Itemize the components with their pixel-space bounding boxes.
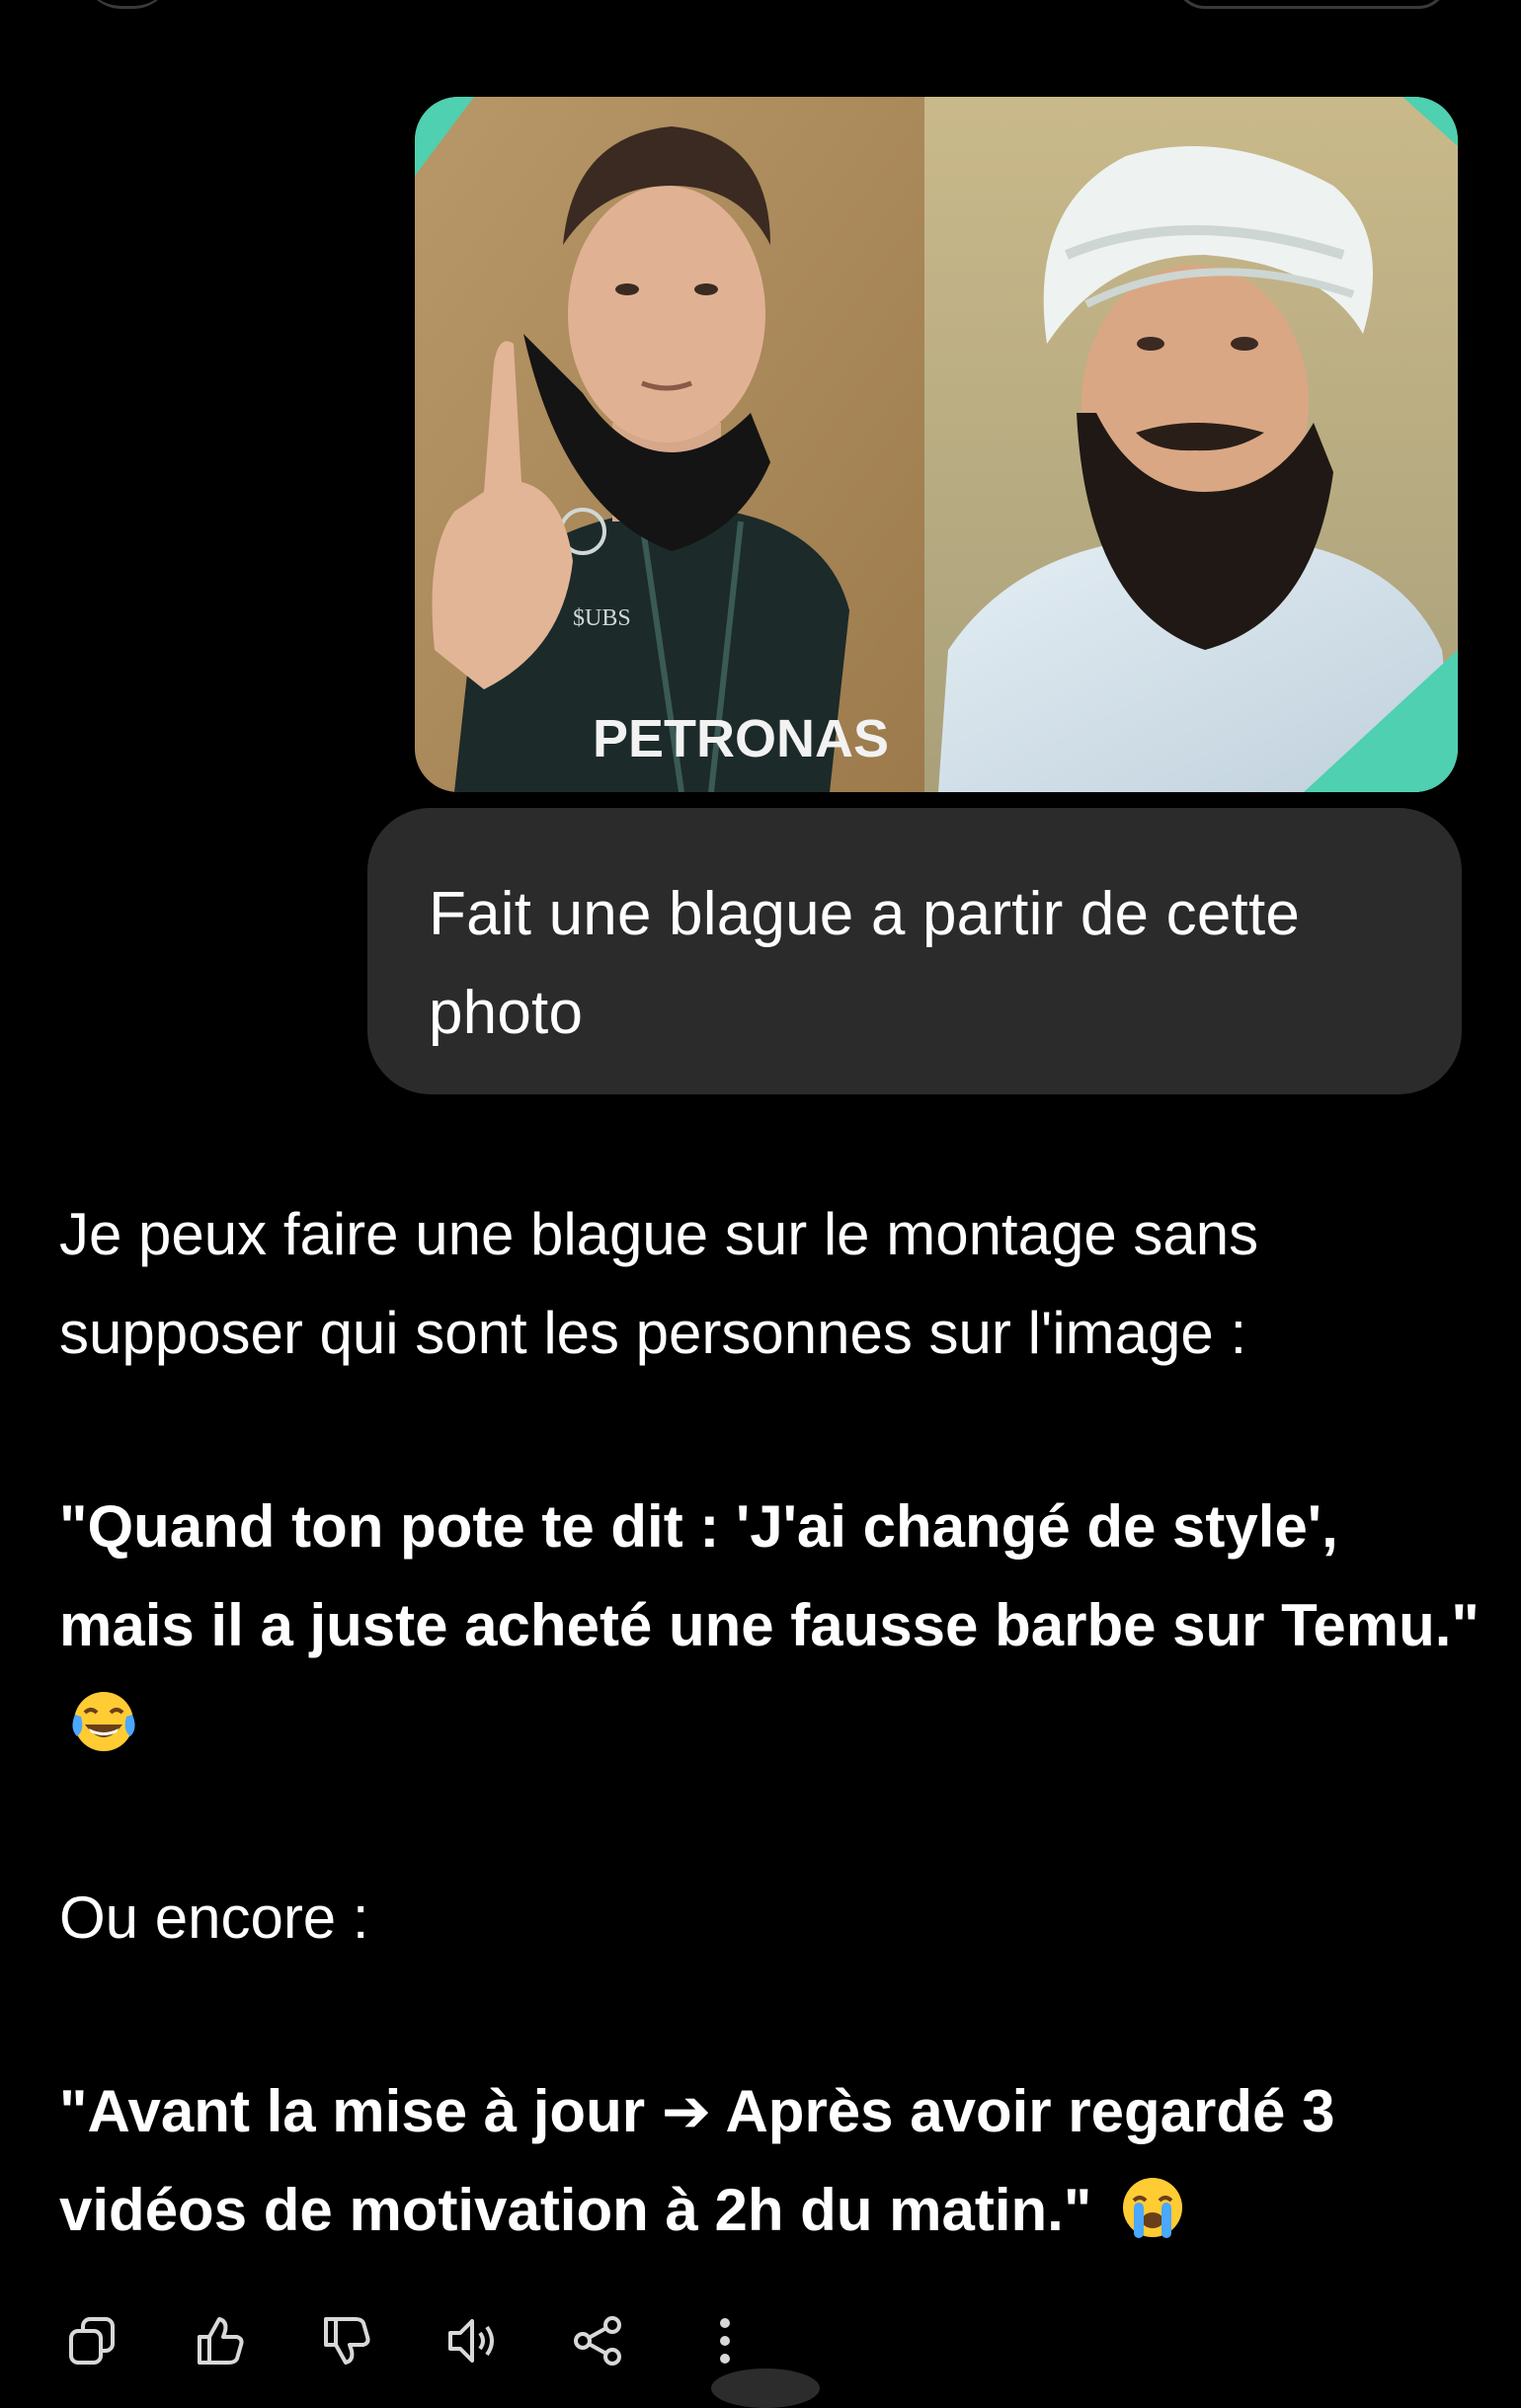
joke-one-text: "Quand ton pote te dit : 'J'ai changé de… [59,1493,1480,1658]
loudly-crying-face-icon [1122,2178,1182,2238]
thumbs-up-button[interactable] [186,2307,253,2374]
scroll-to-bottom-button-edge[interactable] [711,2368,820,2408]
top-left-button-edge[interactable] [83,0,172,9]
face-with-tears-of-joy-icon [72,1692,135,1751]
thumbs-up-icon [198,2317,244,2365]
thumbs-down-icon [324,2317,370,2365]
joke-two: "Avant la mise à jour ➔ Après avoir rega… [59,2062,1481,2260]
photo-montage: $UBS PETRONAS [415,97,1458,792]
copy-icon [69,2317,115,2365]
response-intro: Je peux faire une blague sur le montage … [59,1201,1259,1366]
read-aloud-icon [448,2319,494,2363]
more-options-button[interactable] [691,2307,759,2374]
share-icon [574,2316,621,2366]
more-icon [720,2318,730,2364]
read-aloud-button[interactable] [439,2307,506,2374]
user-message-text: Fait une blague a partir de cette photo [429,880,1301,1047]
transition-text: Ou encore : [59,1885,369,1951]
share-button[interactable] [565,2307,632,2374]
thumbs-down-button[interactable] [312,2307,379,2374]
joke-one: "Quand ton pote te dit : 'J'ai changé de… [59,1478,1481,1774]
user-message-bubble: Fait une blague a partir de cette photo [367,808,1462,1094]
jacket-sponsor-text: PETRONAS [593,709,889,768]
copy-button[interactable] [59,2307,126,2374]
shared-image[interactable]: $UBS PETRONAS [415,97,1458,792]
top-right-button-edge[interactable] [1175,0,1448,9]
assistant-response: Je peux faire une blague sur le montage … [59,1185,1481,2260]
svg-text:$UBS: $UBS [573,605,631,631]
response-action-bar [59,2301,818,2380]
